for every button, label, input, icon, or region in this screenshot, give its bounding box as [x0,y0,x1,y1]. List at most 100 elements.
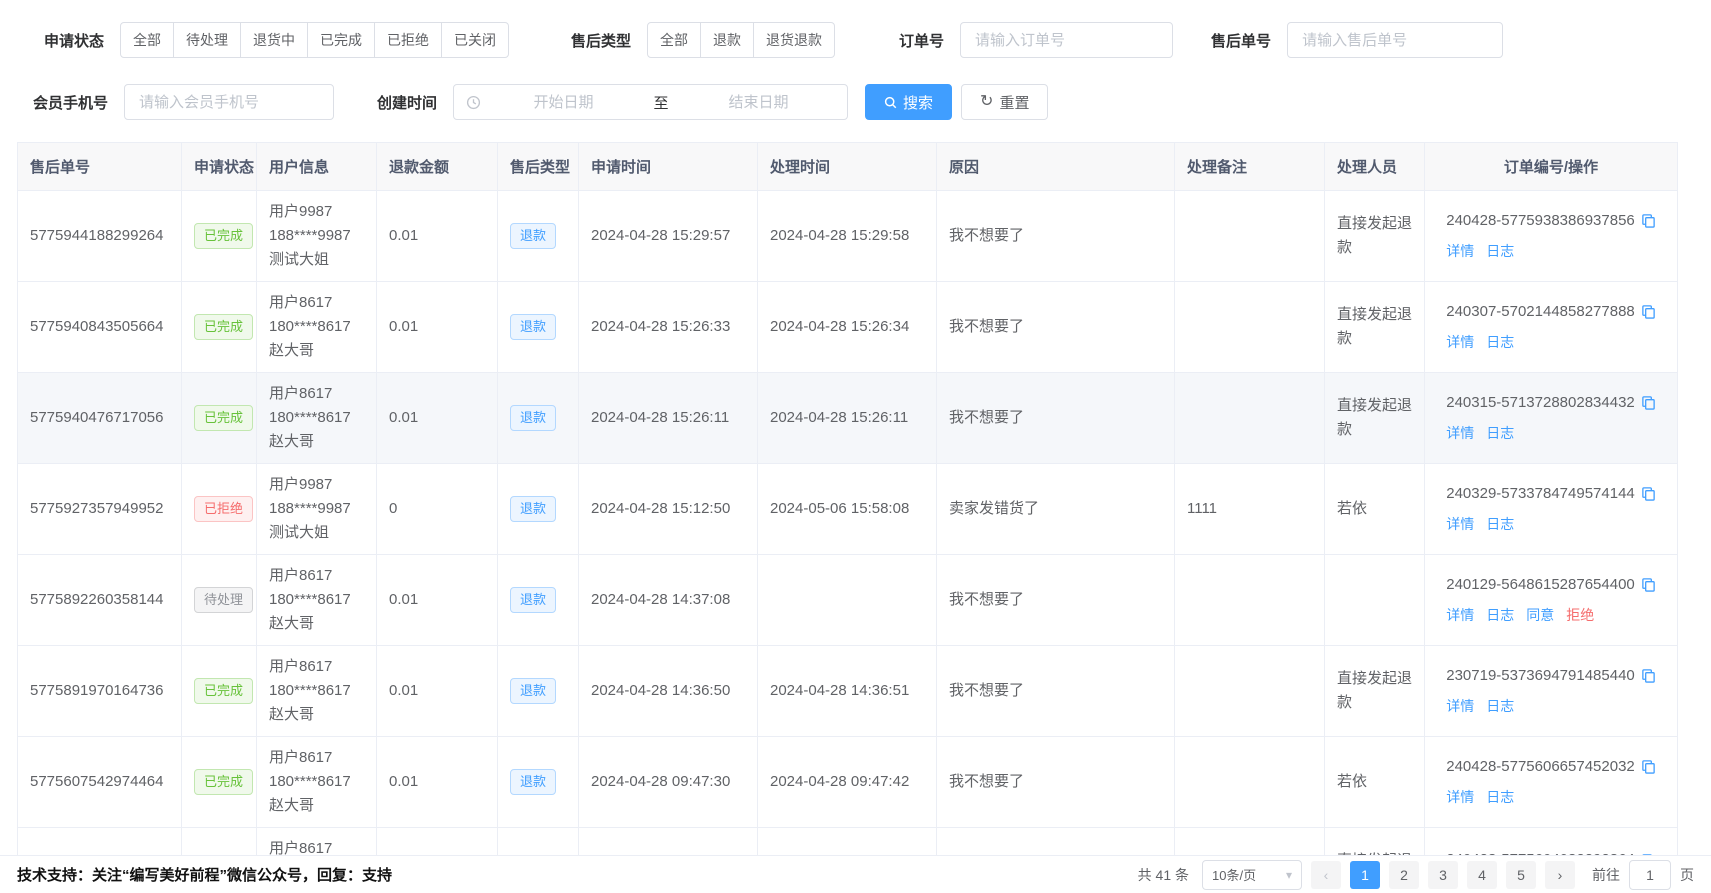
column-header: 用户信息 [257,143,377,191]
apply-status-option[interactable]: 已拒绝 [374,22,442,58]
type-badge: 退款 [510,769,556,795]
cell-handle-time: 2024-05-06 15:58:08 [758,464,937,555]
aftersale-no-input[interactable] [1287,22,1503,58]
cell-apply-status: 已完成 [182,282,257,373]
cell-user-info: 用户8617180****8617赵大哥 [257,737,377,828]
cell-reason: 卖家发错货了 [937,464,1175,555]
row-action-reject[interactable]: 拒绝 [1566,607,1594,623]
cell-apply-time: 2024-04-28 15:12:50 [579,464,758,555]
cell-order-actions: 240428-5775938386937856 详情日志 [1425,191,1678,282]
page-size-select[interactable]: 10条/页 ▾ [1202,860,1302,890]
aftersale-type-option[interactable]: 退款 [700,22,754,58]
copy-icon[interactable] [1641,759,1656,774]
copy-icon[interactable] [1641,395,1656,410]
cell-reason: 我不想要了 [937,282,1175,373]
row-action-log[interactable]: 日志 [1486,334,1514,350]
cell-order-actions: 240315-5713728802834432 详情日志 [1425,373,1678,464]
refresh-icon: ↻ [980,94,993,110]
column-header: 申请时间 [579,143,758,191]
aftersale-type-label: 售后类型 [571,30,631,51]
filter-create-time: 创建时间 至 [377,84,848,120]
pager-page-2[interactable]: 2 [1389,861,1419,889]
cell-refund-amount: 0.01 [377,646,498,737]
cell-aftersale-type: 退款 [498,555,579,646]
goto-page-input[interactable] [1629,860,1671,890]
cell-apply-time: 2024-04-28 15:26:11 [579,373,758,464]
row-action-detail[interactable]: 详情 [1446,334,1474,350]
apply-status-option[interactable]: 待处理 [173,22,241,58]
row-action-log[interactable]: 日志 [1486,425,1514,441]
status-badge: 已完成 [194,769,253,795]
pager-page-1[interactable]: 1 [1350,861,1380,889]
copy-icon[interactable] [1641,486,1656,501]
row-action-log[interactable]: 日志 [1486,243,1514,259]
cell-order-actions: 240129-5648615287654400 详情日志同意拒绝 [1425,555,1678,646]
status-badge: 已完成 [194,405,253,431]
aftersale-type-option[interactable]: 全部 [647,22,701,58]
member-phone-input[interactable] [124,84,334,120]
row-action-detail[interactable]: 详情 [1446,698,1474,714]
end-date-input[interactable] [682,94,835,111]
apply-status-option[interactable]: 已关闭 [441,22,509,58]
row-action-detail[interactable]: 详情 [1446,516,1474,532]
pager-prev-button[interactable]: ‹ [1311,861,1341,889]
cell-handle-time [758,555,937,646]
aftersale-table: 售后单号申请状态用户信息退款金额售后类型申请时间处理时间原因处理备注处理人员订单… [17,142,1678,893]
order-no-text: 240307-5702144858277888 [1446,300,1635,324]
column-header: 退款金额 [377,143,498,191]
pager-page-3[interactable]: 3 [1428,861,1458,889]
copy-icon[interactable] [1641,304,1656,319]
row-action-detail[interactable]: 详情 [1446,789,1474,805]
cell-user-info: 用户8617180****8617赵大哥 [257,646,377,737]
cell-handler: 若依 [1325,737,1425,828]
row-action-log[interactable]: 日志 [1486,516,1514,532]
filter-row-2: 会员手机号 创建时间 至 [0,84,1711,120]
filter-row-1: 申请状态 全部待处理退货中已完成已拒绝已关闭 售后类型 全部退款退货退款 订单号… [0,22,1711,58]
status-badge: 已完成 [194,223,253,249]
row-action-detail[interactable]: 详情 [1446,425,1474,441]
filter-area: 申请状态 全部待处理退货中已完成已拒绝已关闭 售后类型 全部退款退货退款 订单号… [0,0,1711,120]
cell-apply-status: 已完成 [182,646,257,737]
apply-status-option[interactable]: 已完成 [307,22,375,58]
cell-handler [1325,555,1425,646]
cell-remark [1175,373,1325,464]
row-action-log[interactable]: 日志 [1486,698,1514,714]
pager-next-button[interactable]: › [1545,861,1575,889]
row-action-detail[interactable]: 详情 [1446,607,1474,623]
apply-status-option[interactable]: 退货中 [240,22,308,58]
cell-handler: 直接发起退款 [1325,191,1425,282]
caret-down-icon: ▾ [1286,868,1292,882]
cell-aftersale-type: 退款 [498,373,579,464]
copy-icon[interactable] [1641,577,1656,592]
pager-page-5[interactable]: 5 [1506,861,1536,889]
pager-page-4[interactable]: 4 [1467,861,1497,889]
cell-apply-status: 待处理 [182,555,257,646]
cell-handler: 直接发起退款 [1325,282,1425,373]
order-no-text: 240129-5648615287654400 [1446,573,1635,597]
date-range-picker[interactable]: 至 [453,84,848,120]
row-action-detail[interactable]: 详情 [1446,243,1474,259]
row-action-log[interactable]: 日志 [1486,607,1514,623]
type-badge: 退款 [510,496,556,522]
cell-reason: 我不想要了 [937,191,1175,282]
cell-handle-time: 2024-04-28 15:26:34 [758,282,937,373]
copy-icon[interactable] [1641,213,1656,228]
support-text: 技术支持：关注“编写美好前程”微信公众号，回复：支持 [17,864,392,885]
pagination: 共 41 条 10条/页 ▾ ‹ 12345 › 前往 页 [1138,860,1694,890]
start-date-input[interactable] [487,94,640,111]
table-row: 5775927357949952 已拒绝 用户9987188****9987测试… [18,464,1678,555]
row-action-agree[interactable]: 同意 [1526,607,1554,623]
cell-remark [1175,282,1325,373]
order-no-input[interactable] [960,22,1173,58]
row-action-log[interactable]: 日志 [1486,789,1514,805]
search-icon [884,96,897,109]
cell-reason: 我不想要了 [937,646,1175,737]
cell-remark [1175,737,1325,828]
cell-aftersale-type: 退款 [498,646,579,737]
copy-icon[interactable] [1641,668,1656,683]
search-button[interactable]: 搜索 [865,84,952,120]
apply-status-option[interactable]: 全部 [120,22,174,58]
reset-button[interactable]: ↻ 重置 [961,84,1048,120]
clock-icon [466,95,481,110]
aftersale-type-option[interactable]: 退货退款 [753,22,835,58]
